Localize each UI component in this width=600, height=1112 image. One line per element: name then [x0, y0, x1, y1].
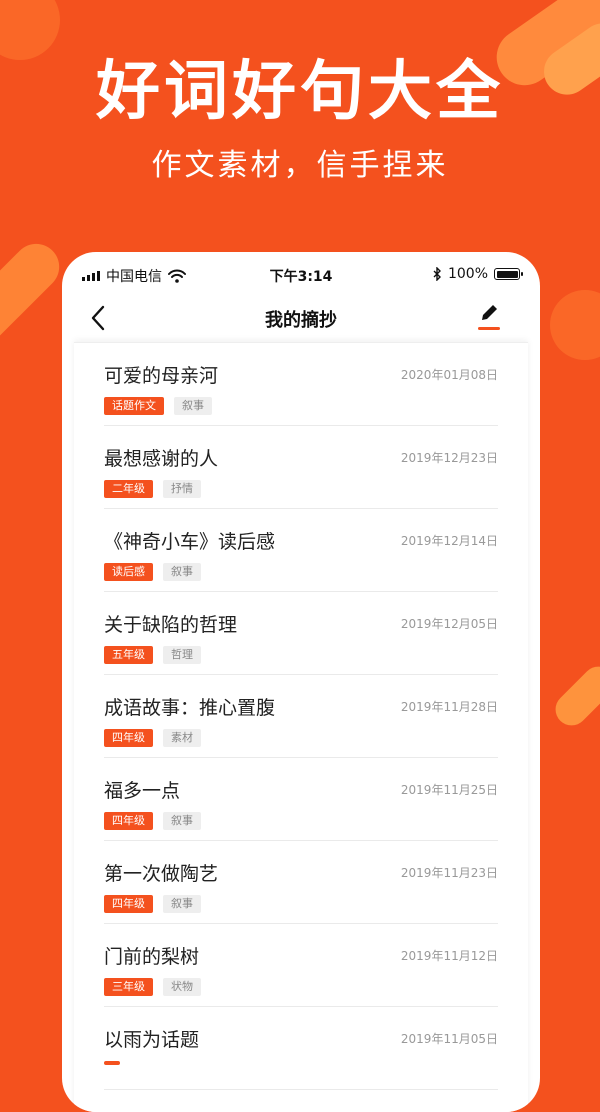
type-tag: 叙事	[163, 812, 201, 830]
grade-tag: 五年级	[104, 646, 153, 664]
item-date: 2019年11月28日	[400, 700, 498, 714]
list-item[interactable]: 门前的梨树 2019年11月12日 三年级 状物	[104, 924, 498, 1007]
item-title: 关于缺陷的哲理	[104, 614, 238, 636]
item-tags: 三年级 状物	[104, 978, 201, 996]
item-date: 2019年11月23日	[400, 866, 498, 880]
list-item[interactable]: 关于缺陷的哲理 2019年12月05日 五年级 哲理	[104, 592, 498, 675]
battery-icon	[494, 268, 523, 280]
item-tags: 话题作文 叙事	[104, 397, 212, 415]
item-tags: 五年级 哲理	[104, 646, 201, 664]
item-title: 《神奇小车》读后感	[104, 531, 276, 553]
item-tags: 读后感 叙事	[104, 563, 201, 581]
excerpt-list: 可爱的母亲河 2020年01月08日 话题作文 叙事 最想感谢的人 2019年1…	[74, 342, 528, 1112]
list-item[interactable]: 《神奇小车》读后感 2019年12月14日 读后感 叙事	[104, 509, 498, 592]
phone-frame: 中国电信 下午3:14 100% 我的摘抄 可爱的母亲河 2020年01月08日…	[62, 252, 540, 1112]
background-decoration	[0, 234, 69, 352]
type-tag: 素材	[163, 729, 201, 747]
item-tags: 四年级 叙事	[104, 812, 201, 830]
grade-tag: 四年级	[104, 729, 153, 747]
status-right: 100%	[433, 266, 523, 282]
grade-tag: 读后感	[104, 563, 153, 581]
grade-tag: 话题作文	[104, 397, 164, 415]
item-date: 2020年01月08日	[400, 368, 498, 382]
page-title: 我的摘抄	[265, 310, 337, 331]
list-item[interactable]: 最想感谢的人 2019年12月23日 二年级 抒情	[104, 426, 498, 509]
edit-underline	[478, 327, 500, 330]
hero-subtitle: 作文素材，信手捏来	[151, 148, 449, 183]
item-title: 最想感谢的人	[104, 448, 219, 470]
background-decoration	[548, 659, 600, 733]
type-tag: 叙事	[163, 895, 201, 913]
grade-tag: 四年级	[104, 812, 153, 830]
status-bar: 中国电信 下午3:14 100%	[62, 252, 540, 298]
item-date: 2019年11月12日	[400, 949, 498, 963]
grade-tag	[104, 1061, 120, 1065]
item-tags: 四年级 叙事	[104, 895, 201, 913]
item-date: 2019年12月14日	[400, 534, 498, 548]
item-date: 2019年12月23日	[400, 451, 498, 465]
grade-tag: 三年级	[104, 978, 153, 996]
item-tags: 二年级 抒情	[104, 480, 201, 498]
item-date: 2019年11月25日	[400, 783, 498, 797]
nav-bar: 我的摘抄	[62, 298, 540, 340]
item-date: 2019年12月05日	[400, 617, 498, 631]
grade-tag: 二年级	[104, 480, 153, 498]
item-tags	[104, 1061, 120, 1065]
list-item[interactable]: 成语故事：推心置腹 2019年11月28日 四年级 素材	[104, 675, 498, 758]
battery-percent: 100%	[447, 266, 488, 282]
type-tag: 叙事	[163, 563, 201, 581]
list-item[interactable]: 以雨为话题 2019年11月05日	[104, 1007, 498, 1090]
hero-title: 好词好句大全	[96, 55, 504, 129]
bluetooth-icon	[433, 267, 441, 281]
list-item[interactable]: 福多一点 2019年11月25日 四年级 叙事	[104, 758, 498, 841]
item-title: 以雨为话题	[104, 1029, 200, 1051]
item-date: 2019年11月05日	[400, 1032, 498, 1046]
item-title: 门前的梨树	[104, 946, 200, 968]
type-tag: 状物	[163, 978, 201, 996]
list-item[interactable]: 可爱的母亲河 2020年01月08日 话题作文 叙事	[104, 343, 498, 426]
background-decoration	[550, 290, 600, 360]
item-title: 福多一点	[104, 780, 181, 802]
type-tag: 哲理	[163, 646, 201, 664]
type-tag: 抒情	[163, 480, 201, 498]
list-item[interactable]: 第一次做陶艺 2019年11月23日 四年级 叙事	[104, 841, 498, 924]
grade-tag: 四年级	[104, 895, 153, 913]
item-title: 可爱的母亲河	[104, 365, 219, 387]
edit-button[interactable]	[476, 302, 502, 330]
type-tag: 叙事	[174, 397, 212, 415]
item-title: 第一次做陶艺	[104, 863, 219, 885]
background-decoration	[0, 0, 60, 60]
item-tags: 四年级 素材	[104, 729, 201, 747]
item-title: 成语故事：推心置腹	[104, 697, 276, 719]
pencil-icon	[482, 305, 497, 320]
